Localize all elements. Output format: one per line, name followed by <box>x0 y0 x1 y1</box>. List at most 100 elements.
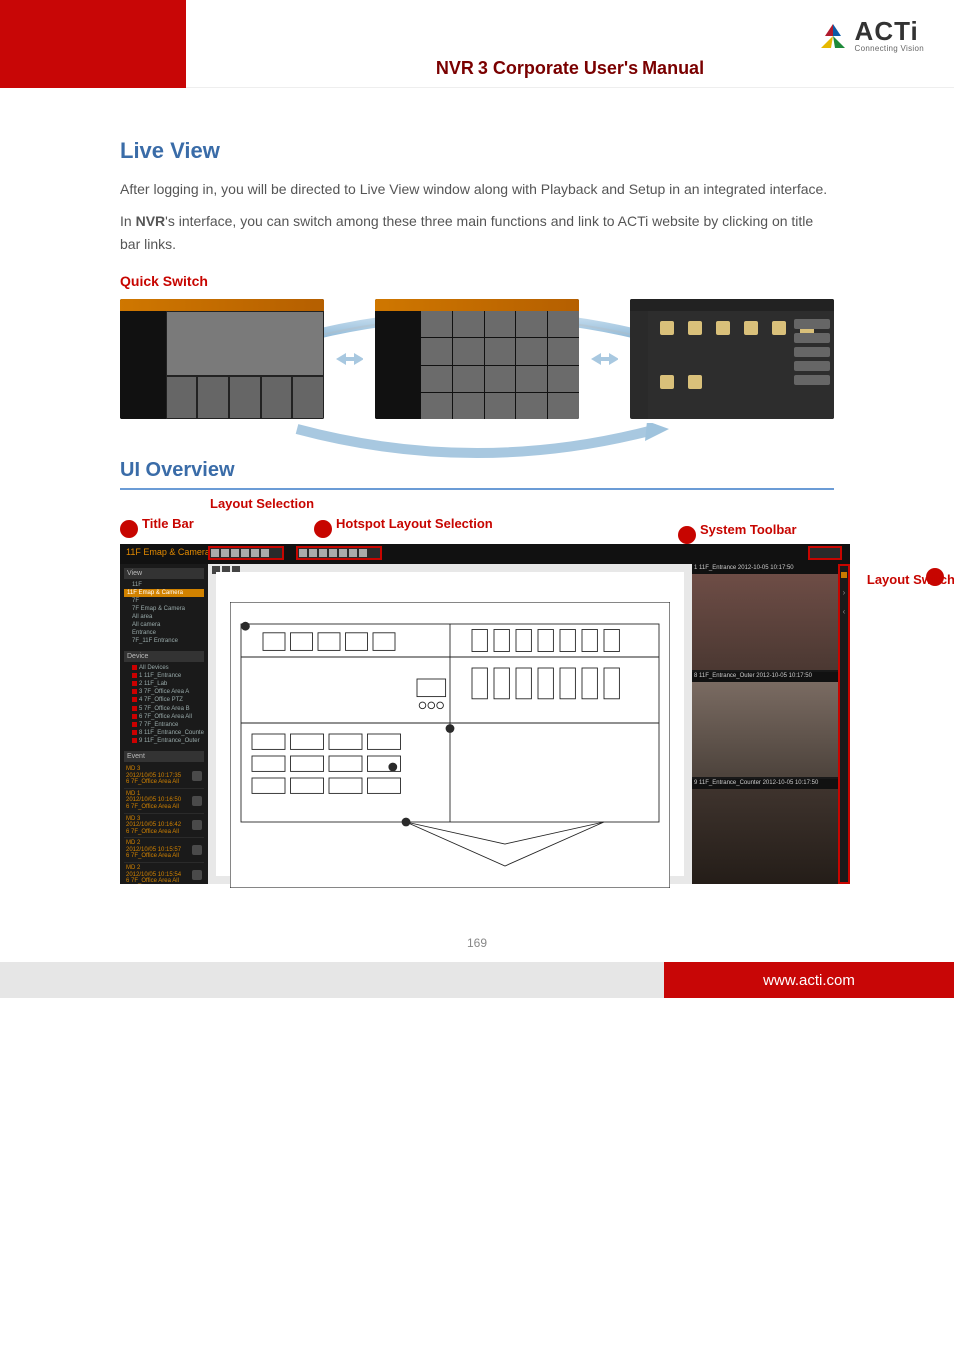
tree-item[interactable]: 8 11F_Entrance_Counter <box>124 729 204 737</box>
tree-item[interactable]: 2 11F_Lab <box>124 680 204 688</box>
event-motion-icon <box>192 796 202 806</box>
camera-tile[interactable]: 9 11F_Entrance_Counter 2012-10-05 10:17:… <box>692 779 838 884</box>
logo-mark-icon <box>817 21 849 51</box>
logo-tagline: Connecting Vision <box>855 44 924 53</box>
device-tree-header: Device <box>124 651 204 662</box>
page-content: Live View After logging in, you will be … <box>0 88 954 924</box>
label-system-toolbar: System Toolbar <box>700 522 797 537</box>
brand-logo: ACTi Connecting Vision <box>817 18 924 53</box>
event-item[interactable]: MD 12012/10/05 10:16:506 7F_Office Area … <box>124 789 204 814</box>
tree-item[interactable]: 3 7F_Office Area A <box>124 688 204 696</box>
hotspot-4-icon[interactable] <box>329 549 337 557</box>
title-suffix: Manual <box>642 58 704 78</box>
logo-text: ACTi <box>855 18 924 44</box>
emap-area[interactable] <box>208 564 692 884</box>
label-hotspot-selection: Hotspot Layout Selection <box>336 516 493 531</box>
layout-switch-strip[interactable]: › ‹ <box>838 564 850 884</box>
event-list-header: Event <box>124 751 204 762</box>
title-bold: 3 Corporate User's <box>478 58 638 78</box>
quick-switch-label: Quick Switch <box>120 273 834 289</box>
monitor-sidebar: View 11F 11F Emap & Camera 7F 7F Emap & … <box>120 564 208 884</box>
footer-url: www.acti.com <box>664 962 954 998</box>
hotspot-next-icon[interactable] <box>359 549 367 557</box>
layout-custom-icon[interactable] <box>251 549 259 557</box>
event-item[interactable]: MD 32012/10/05 10:17:356 7F_Office Area … <box>124 764 204 789</box>
p2-c: interface, you can switch among these th… <box>120 213 813 251</box>
tree-item[interactable]: 1 11F_Entrance <box>124 672 204 680</box>
camera-tile-header: 9 11F_Entrance_Counter 2012-10-05 10:17:… <box>692 779 838 789</box>
screenshots-row <box>120 299 834 419</box>
hotspot-6-icon[interactable] <box>349 549 357 557</box>
camera-tile[interactable]: 8 11F_Entrance_Outer 2012-10-05 10:17:50 <box>692 672 838 777</box>
camera-tile-header: 1 11F_Entrance 2012-10-05 10:17:50 <box>692 564 838 574</box>
hotspot-layout-toolbar[interactable] <box>296 546 382 560</box>
monitor-screenshot: Layout Switch 11F Emap & Camera - 11F Vi… <box>120 544 850 884</box>
tree-item[interactable]: 7F_11F Entrance <box>124 637 204 645</box>
event-item[interactable]: MD 22012/10/05 10:15:576 7F_Office Area … <box>124 838 204 863</box>
layout-switch-handle-icon[interactable] <box>841 572 847 578</box>
layout-4x4-icon[interactable] <box>241 549 249 557</box>
event-item[interactable]: MD 32012/10/05 10:16:426 7F_Office Area … <box>124 814 204 839</box>
p2-strong: NVR <box>136 213 166 229</box>
camera-video <box>692 789 838 884</box>
double-arrow-icon <box>591 351 619 367</box>
p2-b: 's <box>165 213 175 229</box>
footer-spacer <box>0 962 664 998</box>
hotspot-5-icon[interactable] <box>339 549 347 557</box>
layout-2x2-icon[interactable] <box>221 549 229 557</box>
hotspot-3-icon[interactable] <box>319 549 327 557</box>
floor-plan[interactable] <box>216 572 684 876</box>
p2-a: In <box>120 213 136 229</box>
page-header: NVR 3 Corporate User's Manual ACTi Conne… <box>0 0 954 88</box>
page-number: 169 <box>0 924 954 962</box>
event-motion-icon <box>192 820 202 830</box>
layout-1x1-icon[interactable] <box>211 549 219 557</box>
header-red-block <box>0 0 186 88</box>
floor-plan-svg <box>230 602 670 888</box>
section-heading: Live View <box>120 138 834 164</box>
label-title-bar: Title Bar <box>142 516 194 531</box>
arc-arrow-bottom-icon <box>267 423 687 463</box>
layout-fullscreen-icon[interactable] <box>261 549 269 557</box>
screenshot-live-view <box>120 299 324 419</box>
view-tree: View 11F 11F Emap & Camera 7F 7F Emap & … <box>124 568 204 645</box>
double-arrow-icon <box>336 351 364 367</box>
device-tree: Device All Devices 1 11F_Entrance 2 11F_… <box>124 651 204 745</box>
label-layout-selection: Layout Selection <box>210 496 314 511</box>
logo-text-wrap: ACTi Connecting Vision <box>855 18 924 53</box>
paragraph-2: In NVR's interface, you can switch among… <box>120 210 834 255</box>
subsection-heading: UI Overview <box>120 459 834 490</box>
view-tree-header: View <box>124 568 204 579</box>
tree-item[interactable]: 4 7F_Office PTZ <box>124 696 204 704</box>
label-layout-switch: Layout Switch <box>867 572 954 587</box>
header-main: NVR 3 Corporate User's Manual ACTi Conne… <box>186 0 954 87</box>
hotspot-2-icon[interactable] <box>309 549 317 557</box>
camera-video <box>692 682 838 777</box>
hotspot-1-icon[interactable] <box>299 549 307 557</box>
tree-item[interactable]: Entrance <box>124 629 204 637</box>
system-toolbar[interactable] <box>808 546 842 560</box>
page-footer: www.acti.com <box>0 962 954 998</box>
header-title: NVR 3 Corporate User's Manual <box>436 58 704 79</box>
tree-item[interactable]: 5 7F_Office Area B <box>124 705 204 713</box>
tree-item[interactable]: All camera <box>124 621 204 629</box>
tree-item[interactable]: 11F <box>124 581 204 589</box>
tree-item[interactable]: 7 7F_Entrance <box>124 721 204 729</box>
camera-preview-column: 1 11F_Entrance 2012-10-05 10:17:50 8 11F… <box>692 564 838 884</box>
tree-item[interactable]: 6 7F_Office Area All <box>124 713 204 721</box>
camera-tile[interactable]: 1 11F_Entrance 2012-10-05 10:17:50 <box>692 564 838 669</box>
tree-item[interactable]: All area <box>124 613 204 621</box>
tree-item[interactable]: 9 11F_Entrance_Outer <box>124 737 204 745</box>
event-item[interactable]: MD 22012/10/05 10:15:546 7F_Office Area … <box>124 863 204 884</box>
screenshot-setup <box>630 299 834 419</box>
chevron-left-icon[interactable]: ‹ <box>843 607 846 616</box>
tree-item[interactable]: 7F <box>124 597 204 605</box>
layout-selection-toolbar[interactable] <box>208 546 284 560</box>
tree-item[interactable]: 7F Emap & Camera <box>124 605 204 613</box>
event-motion-icon <box>192 771 202 781</box>
chevron-right-icon[interactable]: › <box>843 588 846 597</box>
layout-3x3-icon[interactable] <box>231 549 239 557</box>
event-motion-icon <box>192 845 202 855</box>
tree-item[interactable]: All Devices <box>124 664 204 672</box>
tree-item-selected[interactable]: 11F Emap & Camera <box>124 589 204 597</box>
